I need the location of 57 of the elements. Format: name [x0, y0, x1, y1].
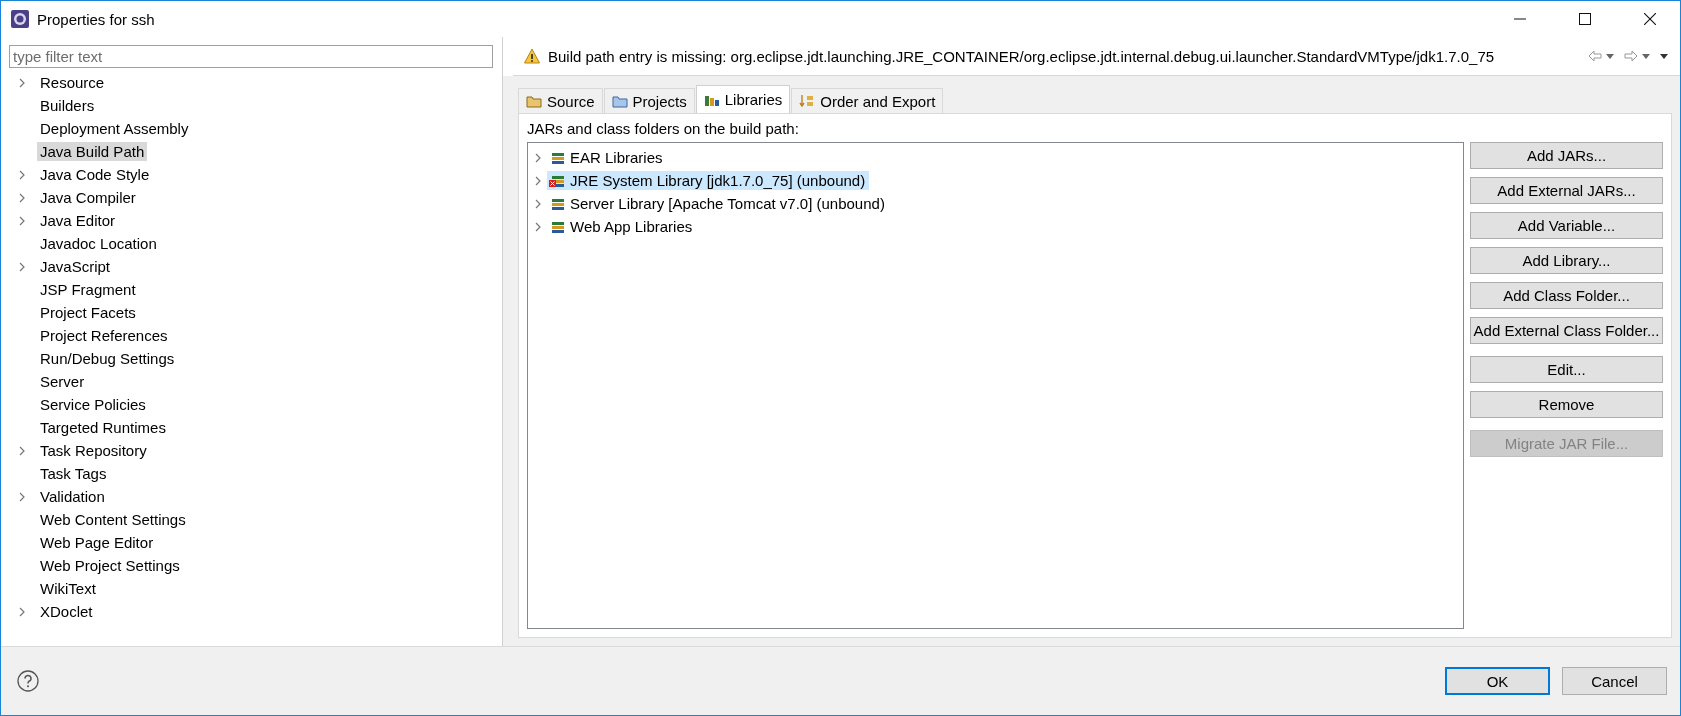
library-item[interactable]: EAR Libraries	[547, 148, 667, 167]
sidebar-item[interactable]: Task Tags	[37, 464, 110, 483]
sort-icon	[799, 94, 816, 108]
tab[interactable]: Source	[518, 88, 603, 113]
dialog-button[interactable]: OK	[1445, 667, 1550, 695]
action-button[interactable]: Remove	[1470, 391, 1663, 418]
folder-icon	[526, 94, 542, 108]
sidebar-item[interactable]: Task Repository	[37, 441, 150, 460]
sidebar-item[interactable]: Targeted Runtimes	[37, 418, 169, 437]
sidebar-item[interactable]: JSP Fragment	[37, 280, 139, 299]
tab[interactable]: Projects	[603, 88, 695, 113]
sidebar-item[interactable]: Java Code Style	[37, 165, 153, 184]
sidebar-item[interactable]: Project References	[37, 326, 171, 345]
app-icon	[10, 9, 30, 29]
sidebar-item[interactable]: Javadoc Location	[37, 234, 160, 253]
library-item[interactable]: JRE System Library [jdk1.7.0_75] (unbound)	[547, 171, 870, 190]
forward-arrow-icon[interactable]	[1624, 50, 1638, 62]
warning-icon	[524, 48, 540, 64]
sidebar-item[interactable]: Validation	[37, 487, 108, 506]
dialog-button[interactable]: Cancel	[1562, 667, 1667, 695]
dropdown-icon[interactable]	[1642, 53, 1650, 59]
sidebar-item[interactable]: Resource	[37, 73, 108, 92]
view-menu-icon[interactable]	[1660, 53, 1668, 59]
window-title: Properties for ssh	[37, 10, 155, 28]
action-button[interactable]: Edit...	[1470, 356, 1663, 383]
sidebar-item[interactable]: Run/Debug Settings	[37, 349, 178, 368]
sidebar-item[interactable]: Project Facets	[37, 303, 139, 322]
help-icon[interactable]	[17, 670, 39, 692]
tab[interactable]: Libraries	[695, 85, 791, 113]
sidebar-item[interactable]: Web Content Settings	[37, 510, 189, 529]
tab[interactable]: Order and Export	[791, 88, 944, 113]
action-button[interactable]: Add Variable...	[1470, 212, 1663, 239]
sidebar-item[interactable]: Service Policies	[37, 395, 149, 414]
sidebar-item[interactable]: Java Build Path	[37, 142, 148, 161]
sidebar-item[interactable]: Java Compiler	[37, 188, 139, 207]
action-button[interactable]: Add External JARs...	[1470, 177, 1663, 204]
sidebar-item[interactable]: Server	[37, 372, 88, 391]
sidebar-item[interactable]: Deployment Assembly	[37, 119, 192, 138]
sidebar-item[interactable]: Builders	[37, 96, 98, 115]
back-arrow-icon[interactable]	[1588, 50, 1602, 62]
list-caption: JARs and class folders on the build path:	[527, 120, 800, 137]
action-button[interactable]: Add External Class Folder...	[1470, 317, 1663, 344]
sidebar-item[interactable]: WikiText	[37, 579, 99, 598]
sidebar-item[interactable]: JavaScript	[37, 257, 114, 276]
sidebar-item[interactable]: Web Page Editor	[37, 533, 157, 552]
dropdown-icon[interactable]	[1606, 53, 1614, 59]
action-button[interactable]: Add Library...	[1470, 247, 1663, 274]
action-button[interactable]: Add JARs...	[1470, 142, 1663, 169]
sidebar-item[interactable]: Java Editor	[37, 211, 119, 230]
sidebar-item[interactable]: XDoclet	[37, 602, 96, 621]
folder-icon	[611, 94, 628, 108]
sidebar-item[interactable]: Web Project Settings	[37, 556, 183, 575]
action-button[interactable]: Add Class Folder...	[1470, 282, 1663, 309]
filter-field[interactable]: type filter text	[9, 45, 493, 68]
error-message: Build path entry is missing: org.eclipse.jdt.launching.JRE_CONTAINER/org.eclipse.jdt.internal.debug.ui.launcher.StandardVMType/jdk1.7.0_75	[548, 47, 1495, 65]
library-item[interactable]: Web App Libraries	[547, 217, 697, 236]
library-item[interactable]: Server Library [Apache Tomcat v7.0] (unbound)	[547, 194, 889, 213]
